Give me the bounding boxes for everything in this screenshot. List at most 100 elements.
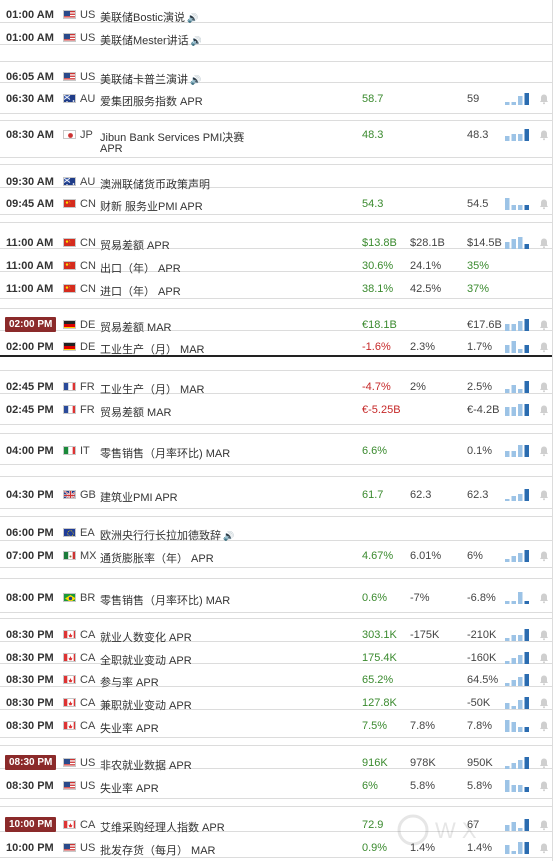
event-title[interactable]: 通货膨胀率（年） APR	[100, 550, 214, 566]
history-sparkline[interactable]	[505, 590, 531, 604]
bell-icon[interactable]	[538, 489, 550, 501]
event-title[interactable]: 失业率 APR	[100, 720, 159, 736]
event-title[interactable]: 美联储卡普兰演讲 🔊	[100, 71, 201, 87]
history-sparkline[interactable]	[505, 650, 531, 664]
bell-icon[interactable]	[538, 93, 550, 105]
event-row[interactable]: 08:30 PM CA 就业人数变化 APR 303.1K -175K -210K	[0, 624, 552, 646]
history-sparkline[interactable]	[505, 402, 531, 416]
event-title[interactable]: 零售销售（月率环比) MAR	[100, 445, 230, 461]
event-row[interactable]: 08:30 PM CA 兼职就业变动 APR 127.8K -50K	[0, 692, 552, 714]
event-title[interactable]: 参与率 APR	[100, 674, 159, 690]
bell-icon[interactable]	[538, 341, 550, 353]
sparkline-bar	[524, 244, 529, 249]
event-title[interactable]: 零售销售（月率环比) MAR	[100, 592, 230, 608]
event-row[interactable]: 11:00 AM CN 进口（年） APR 38.1% 42.5% 37%	[0, 278, 552, 300]
event-row[interactable]: 08:30 PM CA 失业率 APR 7.5% 7.8% 7.8%	[0, 715, 552, 737]
event-title[interactable]: 工业生产（月） MAR	[100, 341, 205, 357]
event-row[interactable]: 01:00 AM US 美联储Mester讲话 🔊	[0, 27, 552, 49]
bell-icon[interactable]	[538, 381, 550, 393]
history-sparkline[interactable]	[505, 339, 531, 353]
svg-text:W X: W X	[435, 818, 477, 843]
bell-icon[interactable]	[538, 592, 550, 604]
history-sparkline[interactable]	[505, 487, 531, 501]
event-row[interactable]: 02:45 PM FR 工业生产（月） MAR -4.7% 2% 2.5%	[0, 376, 552, 398]
bell-icon[interactable]	[538, 237, 550, 249]
event-title[interactable]: 批发存货（每月） MAR	[100, 842, 216, 858]
event-title[interactable]: 全职就业变动 APR	[100, 652, 192, 668]
event-title[interactable]: 非农就业数据 APR	[100, 757, 192, 773]
event-title[interactable]: 失业率 APR	[100, 780, 159, 796]
history-sparkline[interactable]	[505, 379, 531, 393]
history-sparkline[interactable]	[505, 778, 531, 792]
event-row[interactable]: 04:30 PM GB 建筑业PMI APR 61.7 62.3 62.3	[0, 484, 552, 506]
event-time: 01:00 AM	[6, 9, 54, 21]
event-row[interactable]: 01:00 AM US 美联储Bostic演说 🔊	[0, 4, 552, 26]
row-divider	[0, 370, 552, 371]
event-row[interactable]: 02:00 PM DE 工业生产（月） MAR -1.6% 2.3% 1.7%	[0, 336, 552, 358]
history-sparkline[interactable]	[505, 718, 531, 732]
event-title[interactable]: 贸易差额 MAR	[100, 319, 172, 335]
history-sparkline[interactable]	[505, 443, 531, 457]
history-sparkline[interactable]	[505, 627, 531, 641]
event-row[interactable]: 02:00 PM DE 贸易差额 MAR €18.1B €17.6B	[0, 314, 552, 336]
bell-icon[interactable]	[538, 198, 550, 210]
history-sparkline[interactable]	[505, 672, 531, 686]
bell-icon[interactable]	[538, 720, 550, 732]
event-row[interactable]: 09:45 AM CN 财新 服务业PMI APR 54.3 54.5	[0, 193, 552, 215]
bell-icon[interactable]	[538, 629, 550, 641]
bell-icon[interactable]	[538, 697, 550, 709]
history-sparkline[interactable]	[505, 695, 531, 709]
bell-icon[interactable]	[538, 404, 550, 416]
history-sparkline[interactable]	[505, 235, 531, 249]
event-title[interactable]: 美联储Mester讲话 🔊	[100, 32, 202, 48]
event-title[interactable]: 工业生产（月） MAR	[100, 381, 205, 397]
country-code: CN	[80, 260, 96, 272]
row-divider	[0, 567, 552, 568]
event-row[interactable]: 06:00 PM EA 欧洲央行行长拉加德致辞 🔊	[0, 522, 552, 544]
bell-icon[interactable]	[538, 319, 550, 331]
history-sparkline[interactable]	[505, 196, 531, 210]
event-row[interactable]: 11:00 AM CN 贸易差额 APR $13.8B $28.1B $14.5B	[0, 232, 552, 254]
history-sparkline[interactable]	[505, 548, 531, 562]
bell-icon[interactable]	[538, 652, 550, 664]
event-title[interactable]: 欧洲央行行长拉加德致辞 🔊	[100, 527, 234, 543]
event-row[interactable]: 08:30 PM CA 全职就业变动 APR 175.4K -160K	[0, 647, 552, 669]
row-divider	[0, 61, 552, 62]
event-row[interactable]: 06:05 AM US 美联储卡普兰演讲 🔊	[0, 66, 552, 88]
event-row[interactable]: 08:30 AM JP Jibun Bank Services PMI决赛 APR 48…	[0, 124, 552, 158]
event-title[interactable]: 艾维采购经理人指数 APR	[100, 819, 225, 835]
history-sparkline[interactable]	[505, 755, 531, 769]
bell-icon[interactable]	[538, 757, 550, 769]
history-sparkline[interactable]	[505, 317, 531, 331]
bell-icon[interactable]	[538, 445, 550, 457]
event-title[interactable]: 爱集团服务指数 APR	[100, 93, 203, 109]
event-time: 08:00 PM	[6, 592, 54, 604]
event-row[interactable]: 08:30 PM US 非农就业数据 APR 916K 978K 950K	[0, 752, 552, 774]
history-sparkline[interactable]	[505, 127, 531, 141]
event-row[interactable]: 06:30 AM AU 爱集团服务指数 APR 58.7 59	[0, 88, 552, 110]
event-title[interactable]: 美联储Bostic演说 🔊	[100, 9, 198, 25]
event-title[interactable]: 贸易差额 APR	[100, 237, 170, 253]
bell-icon[interactable]	[538, 129, 550, 141]
event-row[interactable]: 07:00 PM MX 通货膨胀率（年） APR 4.67% 6.01% 6%	[0, 545, 552, 567]
event-row[interactable]: 02:45 PM FR 贸易差额 MAR €-5.25B €-4.2B	[0, 399, 552, 421]
history-sparkline[interactable]	[505, 91, 531, 105]
event-row[interactable]: 09:30 AM AU 澳洲联储货币政策声明	[0, 171, 552, 193]
event-row[interactable]: 04:00 PM IT 零售销售（月率环比) MAR 6.6% 0.1%	[0, 440, 552, 462]
event-title[interactable]: 贸易差额 MAR	[100, 404, 172, 420]
event-row[interactable]: 08:30 PM CA 参与率 APR 65.2% 64.5%	[0, 669, 552, 691]
event-title[interactable]: 建筑业PMI APR	[100, 489, 178, 505]
event-row[interactable]: 11:00 AM CN 出口（年） APR 30.6% 24.1% 35%	[0, 255, 552, 277]
event-title[interactable]: 澳洲联储货币政策声明	[100, 176, 210, 192]
bell-icon[interactable]	[538, 674, 550, 686]
event-title[interactable]: 兼职就业变动 APR	[100, 697, 192, 713]
event-title[interactable]: 进口（年） APR	[100, 283, 181, 299]
sparkline-bar	[524, 489, 529, 501]
event-row[interactable]: 08:30 PM US 失业率 APR 6% 5.8% 5.8%	[0, 775, 552, 797]
bell-icon[interactable]	[538, 780, 550, 792]
event-title[interactable]: 就业人数变化 APR	[100, 629, 192, 645]
event-row[interactable]: 08:00 PM BR 零售销售（月率环比) MAR 0.6% -7% -6.8%	[0, 587, 552, 609]
event-title[interactable]: 出口（年） APR	[100, 260, 181, 276]
event-title[interactable]: 财新 服务业PMI APR	[100, 198, 203, 214]
bell-icon[interactable]	[538, 550, 550, 562]
